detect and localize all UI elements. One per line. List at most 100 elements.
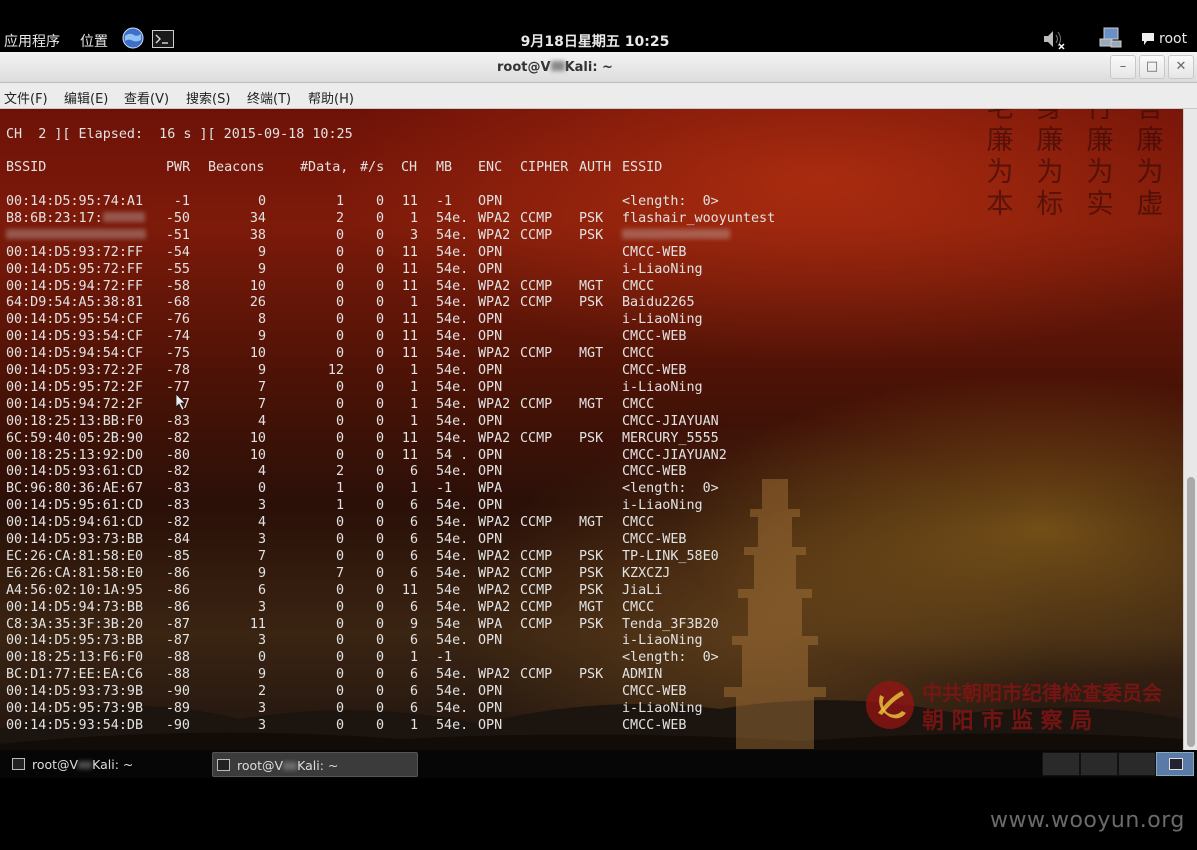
cell-text: i-LiaoNing <box>622 312 703 328</box>
cell-text: CCMP <box>520 667 553 683</box>
cell-auth: MGT <box>579 279 617 294</box>
cell-pwr: -1 <box>148 194 190 209</box>
network-icon[interactable] <box>1099 27 1123 49</box>
cell-mb: 54e. <box>436 718 476 733</box>
poster-char: 为 <box>986 157 1014 188</box>
cell-text: 54e. <box>436 498 469 514</box>
cell-text: 9 <box>257 565 266 581</box>
cell-enc: WPA2 <box>478 228 518 243</box>
cell-data: 1 <box>300 498 344 513</box>
cell-ch: 6 <box>392 464 418 479</box>
cell-text: 54e. <box>436 667 469 683</box>
close-button[interactable]: ✕ <box>1168 55 1194 79</box>
cell-cipher: CCMP <box>520 667 574 682</box>
cell-text: 0 <box>375 194 384 209</box>
menu-help[interactable]: 帮助(H) <box>308 88 354 107</box>
taskbar-item-terminal-1[interactable]: root@V Kali: ~ <box>8 752 208 777</box>
cell-beacons: 0 <box>200 481 266 496</box>
cell-text: <length: 0> <box>622 481 719 497</box>
cell-text: i-LiaoNing <box>622 701 703 716</box>
workspace-2[interactable] <box>1080 752 1118 776</box>
terminal-scrollbar[interactable] <box>1183 109 1197 750</box>
cell-cipher: CCMP <box>520 515 574 530</box>
cell-text: 0 <box>375 582 384 598</box>
cell-text: 00:14:D5:93:54:CF <box>6 329 144 345</box>
menu-search[interactable]: 搜索(S) <box>186 88 230 107</box>
cell-essid: CMCC-WEB <box>622 464 922 479</box>
cell-mb: 54e <box>436 617 476 632</box>
cell-ch: 1 <box>392 650 418 665</box>
menu-edit[interactable]: 编辑(E) <box>64 88 108 107</box>
window-titlebar[interactable]: root@V Kali: ~ – □ ✕ <box>0 52 1197 83</box>
cell-data: 1 <box>300 481 344 496</box>
cell-text: WPA2 <box>478 227 511 243</box>
cell-rate: 0 <box>350 414 384 429</box>
chat-icon[interactable] <box>1141 32 1155 46</box>
cell-text: 11 <box>401 312 418 328</box>
cell-beacons: 9 <box>200 245 266 260</box>
poster-char: 虚 <box>1136 189 1164 220</box>
cell-text: Tenda_3F3B20 <box>622 616 719 632</box>
cell-text: <length: 0> <box>622 194 719 209</box>
cell-text: 3 <box>257 599 266 615</box>
cell-text: flashair_wooyuntest <box>622 210 776 226</box>
scrollbar-thumb[interactable] <box>1187 477 1195 747</box>
cell-text: 9 <box>257 244 266 260</box>
cell-text: WPA2 <box>478 548 511 564</box>
cell-text: -88 <box>165 650 190 666</box>
volume-muted-icon[interactable] <box>1042 28 1066 50</box>
menu-view[interactable]: 查看(V) <box>124 88 169 107</box>
taskbar-item-terminal-2[interactable]: root@V Kali: ~ <box>212 752 418 777</box>
cell-ch: 11 <box>392 312 418 327</box>
cell-text: CCMP <box>520 227 553 243</box>
poster-char: 行 <box>1085 109 1115 125</box>
menu-terminal[interactable]: 终端(T) <box>247 88 291 107</box>
cell-rate: 0 <box>350 380 384 395</box>
cell-text: 00:14:D5:94:72:FF <box>6 278 144 294</box>
cell-data: 1 <box>300 194 344 209</box>
cell-beacons: 4 <box>200 464 266 479</box>
user-menu[interactable]: root <box>1159 31 1187 47</box>
cell-essid: CMCC-WEB <box>622 718 922 733</box>
cell-text: 11 <box>401 582 418 598</box>
maximize-button[interactable]: □ <box>1139 55 1165 79</box>
cell-rate: 0 <box>350 211 384 226</box>
cell-text: 0 <box>375 244 384 260</box>
cell-data: 0 <box>300 397 344 412</box>
header-pwr: PWR <box>166 160 191 175</box>
cell-rate: 0 <box>350 718 384 733</box>
cell-text: 0 <box>375 515 384 531</box>
cell-mb: -1 <box>436 481 476 496</box>
terminal-view[interactable]: 毛廉为本 身廉为标 行廉为实 言廉为虚 中共朝阳市纪律检查委员会 朝 阳 市 监 察 … <box>0 109 1183 750</box>
cell-text: 4 <box>257 515 266 531</box>
cell-text: PSK <box>579 295 604 311</box>
cell-text: i-LiaoNing <box>622 498 703 514</box>
cell-data: 0 <box>300 532 344 547</box>
workspace-4-active[interactable] <box>1156 752 1194 776</box>
cell-ch: 11 <box>392 245 418 260</box>
cell-pwr: -88 <box>148 667 190 682</box>
cell-text: WPA2 <box>478 582 511 598</box>
cell-data: 0 <box>300 701 344 716</box>
poster-char: 言 <box>1135 109 1165 125</box>
cell-enc: WPA2 <box>478 515 518 530</box>
cell-essid: i-LiaoNing <box>622 701 922 716</box>
cell-rate: 0 <box>350 228 384 243</box>
cell-enc: OPN <box>478 329 518 344</box>
cell-text: 54e. <box>436 295 469 311</box>
clock[interactable]: 9月18日星期五 10:25 <box>0 31 1190 51</box>
cell-pwr: -88 <box>148 650 190 665</box>
minimize-button[interactable]: – <box>1110 55 1136 79</box>
menu-file[interactable]: 文件(F) <box>4 88 48 107</box>
workspace-1[interactable] <box>1042 752 1080 776</box>
cell-rate: 0 <box>350 617 384 632</box>
cell-bssid: 64:D9:54:A5:38:81 <box>6 295 156 310</box>
cell-auth: PSK <box>579 617 617 632</box>
workspace-3[interactable] <box>1118 752 1156 776</box>
cell-bssid: 00:14:D5:93:72:FF <box>6 245 156 260</box>
cell-mb: 54e. <box>436 600 476 615</box>
cell-text: 0 <box>257 481 266 497</box>
cell-text: <length: 0> <box>622 650 719 666</box>
cell-text: 0 <box>375 701 384 716</box>
cell-text: CCMP <box>520 210 553 226</box>
